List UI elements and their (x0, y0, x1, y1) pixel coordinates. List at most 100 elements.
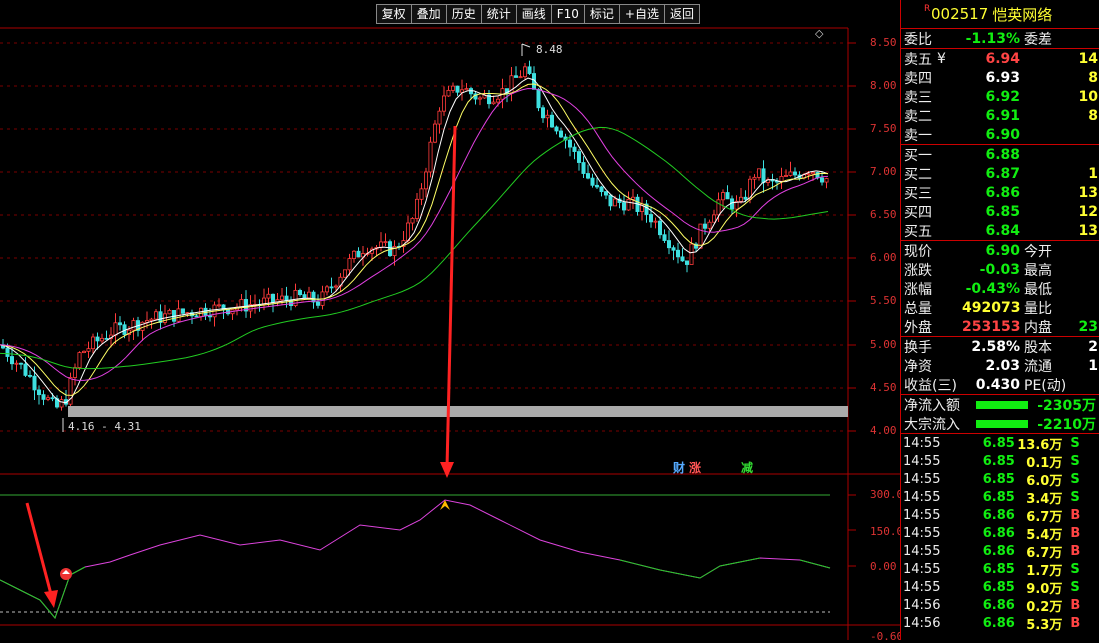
candle-body (100, 337, 105, 342)
candle-body (455, 85, 460, 93)
ask-row-4[interactable]: 卖四 6.93 8 (901, 68, 1099, 87)
indicator-y-label: 0.00 (870, 560, 897, 573)
candle-body (716, 199, 721, 216)
bid-row-5[interactable]: 买五 6.84 13 (901, 221, 1099, 240)
tick-volume: 3.4万 (1026, 491, 1063, 507)
high-annotation: 8.48 (536, 43, 563, 56)
candle-body (459, 89, 464, 93)
kline-chart-area[interactable]: 复权 叠加 历史 统计 画线 F10 标记 +自选 返回 ◇ 8.50 8.00… (0, 0, 904, 643)
candle-body (18, 362, 23, 365)
fund-value: 2.03 (985, 357, 1020, 374)
draw-line-button[interactable]: 画线 (515, 4, 551, 24)
tick-time: 14:55 (903, 579, 941, 595)
candle-body (414, 198, 419, 219)
ask-volume: 14 (1078, 50, 1098, 67)
flow-bar (976, 419, 1028, 428)
candle-body (811, 172, 816, 175)
stock-header[interactable]: R 002517 恺英网络 (901, 0, 1099, 29)
tick-time: 14:55 (903, 453, 941, 469)
candle-body (405, 222, 410, 241)
tick-volume: 0.1万 (1026, 455, 1063, 471)
candle-body (743, 196, 748, 200)
candle-body (653, 220, 658, 223)
f10-button[interactable]: F10 (550, 4, 584, 24)
candle-body (239, 299, 244, 308)
weibi-row: 委比 -1.13% 委差 (901, 29, 1099, 48)
candle-body (432, 123, 437, 143)
bid-label: 买一 (904, 147, 932, 164)
fund-label-2: PE(动) (1024, 377, 1067, 394)
tick-volume: 6.0万 (1026, 473, 1063, 489)
tick-price: 6.86 (982, 525, 1015, 541)
arrow-head (44, 590, 58, 608)
y-label: 5.50 (870, 294, 897, 307)
tick-time: 14:55 (903, 525, 941, 541)
candle-body (437, 110, 442, 125)
fund-label: 净资 (904, 358, 932, 375)
stats-button[interactable]: 统计 (480, 4, 516, 24)
flow-row: 净流入额 -2305万 (901, 395, 1099, 414)
candle-body (622, 202, 627, 211)
finance-tag[interactable]: 财 (672, 459, 686, 476)
fuquan-button[interactable]: 复权 (375, 4, 411, 24)
fund-value: 2.58% (971, 338, 1020, 355)
tick-price: 6.85 (982, 489, 1015, 505)
mark-button[interactable]: 标记 (583, 4, 619, 24)
candle-body (536, 88, 541, 109)
bid-row-2[interactable]: 买二 6.87 1 (901, 164, 1099, 183)
trade-tick-row: 14:55 6.85 1.7万 S (901, 560, 1099, 579)
tick-time: 14:55 (903, 507, 941, 523)
overlay-button[interactable]: 叠加 (410, 4, 446, 24)
candle-body (464, 88, 469, 91)
bid-label: 买二 (904, 166, 932, 183)
ask-row-1[interactable]: 卖一 6.90 (901, 125, 1099, 144)
candle-body (707, 221, 712, 229)
candle-body (270, 293, 275, 303)
ask-volume: 8 (1088, 107, 1098, 124)
diamond-icon[interactable]: ◇ (815, 27, 823, 40)
candle-body (9, 356, 14, 365)
ask-row-2[interactable]: 卖二 6.91 8 (901, 106, 1099, 125)
back-button[interactable]: 返回 (663, 4, 700, 24)
candle-body (180, 308, 185, 314)
tick-price: 6.85 (982, 471, 1015, 487)
candle-body (806, 173, 811, 176)
trade-tick-row: 14:55 6.86 6.7万 B (901, 542, 1099, 561)
stat-value: 492073 (962, 299, 1021, 316)
candle-body (523, 66, 528, 78)
stock-name: 恺英网络 (992, 5, 1053, 24)
bid-row-3[interactable]: 买三 6.86 13 (901, 183, 1099, 202)
candle-body (676, 249, 681, 258)
candle-body (14, 362, 19, 365)
bid-row-4[interactable]: 买四 6.85 12 (901, 202, 1099, 221)
ask-row-3[interactable]: 卖三 6.92 10 (901, 87, 1099, 106)
candle-body (315, 301, 320, 306)
candle-body (410, 218, 415, 224)
add-watchlist-button[interactable]: +自选 (618, 4, 664, 24)
candle-body (757, 168, 762, 178)
candle-body (477, 97, 482, 100)
ask-row-5[interactable]: 卖五 ¥6.94 14 (901, 49, 1099, 68)
fund-row: 净资 2.03 流通 1 (901, 356, 1099, 375)
trade-tick-row: 14:55 6.85 9.0万 S (901, 578, 1099, 597)
stat-label-2: 内盘 (1024, 319, 1052, 336)
indicator-y-label: 150.0 (870, 525, 904, 538)
candle-body (824, 178, 829, 183)
reduce-tag[interactable]: 减 (740, 459, 754, 476)
bid-row-1[interactable]: 买一 6.88 (901, 145, 1099, 164)
rise-tag[interactable]: 涨 (688, 459, 702, 476)
tick-volume: 13.6万 (1017, 437, 1063, 453)
history-button[interactable]: 历史 (445, 4, 481, 24)
candle-body (793, 171, 798, 176)
candle-body (761, 168, 766, 183)
tick-side: S (1070, 489, 1080, 505)
tick-price: 6.85 (982, 579, 1015, 595)
candle-body (32, 375, 37, 391)
tick-price: 6.86 (982, 615, 1015, 631)
candle-body (550, 114, 555, 128)
candle-body (514, 75, 519, 78)
candle-body (23, 363, 28, 376)
kline-chart[interactable] (0, 0, 900, 640)
candle-body (428, 141, 433, 173)
candle-body (131, 320, 136, 331)
